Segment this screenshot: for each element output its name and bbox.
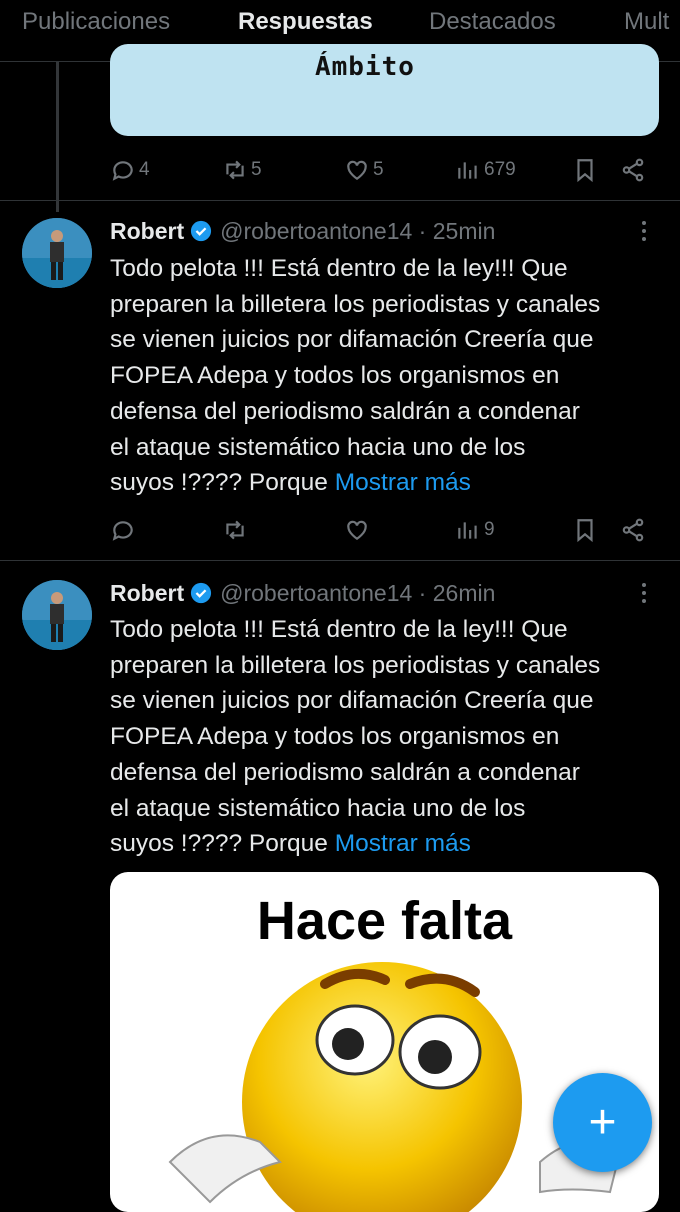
handle[interactable]: @robertoantone14 (220, 580, 412, 607)
avatar[interactable] (22, 580, 92, 650)
plus-icon: + (588, 1095, 617, 1149)
tweet-text-line: se vienen juicios por difamación Creería… (110, 687, 594, 715)
handle[interactable]: @robertoantone14 (220, 218, 412, 245)
tweet-text-line: suyos !???? Porque (110, 469, 335, 497)
tweet-text-line: Todo pelota !!! Está dentro de la ley!!!… (110, 616, 568, 643)
verified-badge-icon (191, 582, 212, 604)
reply-button[interactable] (110, 510, 136, 550)
views-icon (458, 522, 477, 539)
dot-separator: · (412, 579, 433, 606)
like-button[interactable]: 5 (344, 150, 384, 190)
avatar[interactable] (22, 218, 92, 288)
repost-button[interactable] (222, 510, 248, 550)
show-more-link[interactable]: Mostrar más (335, 830, 471, 857)
repost-icon (226, 520, 244, 540)
share-icon (622, 158, 644, 182)
like-button[interactable] (344, 510, 370, 550)
avatar-image (22, 580, 92, 650)
more-options-icon[interactable] (636, 579, 652, 609)
heart-icon (347, 520, 367, 540)
share-button[interactable] (620, 150, 646, 190)
reply-icon (112, 161, 133, 181)
tweet-text-line: el ataque sistemático hacia uno de los (110, 433, 526, 461)
thread-line (56, 62, 59, 212)
display-name[interactable]: Robert (110, 218, 184, 245)
media-card-text: Ámbito (315, 52, 415, 82)
tweet-text-line: preparen la billetera los periodistas y … (110, 290, 601, 318)
tab-destacados[interactable]: Destacados (429, 8, 556, 36)
reply-button[interactable]: 4 (110, 150, 150, 190)
tweet-text-line: preparen la billetera los periodistas y … (110, 651, 601, 679)
tab-respuestas[interactable]: Respuestas (238, 8, 373, 36)
tweet-header: Robert @robertoantone14 · 25min (110, 214, 495, 248)
tweet-text: Todo pelota !!! Está dentro de la ley!!!… (110, 251, 670, 501)
share-button[interactable] (620, 510, 646, 550)
tweet-text-line: el ataque sistemático hacia uno de los (110, 794, 526, 822)
separator (0, 560, 680, 561)
share-icon (622, 518, 644, 542)
bookmark-icon (577, 159, 593, 183)
more-options-icon[interactable] (636, 217, 652, 247)
views-button[interactable]: 679 (455, 150, 516, 190)
views-icon (458, 162, 477, 179)
tweet-text-line: defensa del periodismo saldrán a condena… (110, 397, 580, 425)
tweet-text-line: suyos !???? Porque (110, 830, 335, 858)
repost-button[interactable]: 5 (222, 150, 262, 190)
tweet-text-line: Todo pelota !!! Está dentro de la ley!!!… (110, 255, 568, 282)
timestamp[interactable]: 26min (433, 580, 496, 607)
reply-icon (112, 521, 133, 541)
tweet-text: Todo pelota !!! Está dentro de la ley!!!… (110, 612, 670, 862)
media-card[interactable]: Ámbito (110, 44, 659, 136)
tweet-text-line: FOPEA Adepa y todos los organismos en (110, 362, 560, 390)
heart-icon (347, 160, 367, 180)
views-count: 9 (484, 519, 495, 540)
tab-multimedia[interactable]: Mult (624, 8, 669, 36)
views-button[interactable]: 9 (455, 510, 495, 550)
tweet-text-line: defensa del periodismo saldrán a condena… (110, 758, 580, 786)
tweet-text-line: FOPEA Adepa y todos los organismos en (110, 723, 560, 751)
bookmark-button[interactable] (572, 150, 598, 190)
tab-publicaciones[interactable]: Publicaciones (22, 8, 170, 36)
separator (0, 200, 680, 201)
tweet-actions: 4 5 5 679 (110, 150, 660, 190)
show-more-link[interactable]: Mostrar más (335, 469, 471, 496)
bookmark-button[interactable] (572, 510, 598, 550)
compose-button[interactable]: + (553, 1073, 652, 1172)
timestamp[interactable]: 25min (433, 218, 496, 245)
tweet-actions: 9 (110, 510, 660, 550)
dot-separator: · (412, 217, 433, 244)
repost-count: 5 (251, 159, 262, 180)
like-count: 5 (373, 159, 384, 180)
tweet-text-line: se vienen juicios por difamación Creería… (110, 326, 594, 354)
tweet-header: Robert @robertoantone14 · 26min (110, 576, 495, 610)
verified-badge-icon (191, 220, 212, 242)
views-count: 679 (484, 159, 516, 180)
reply-count: 4 (139, 159, 150, 180)
display-name[interactable]: Robert (110, 580, 184, 607)
repost-icon (226, 160, 244, 180)
bookmark-icon (577, 519, 593, 543)
avatar-image (22, 218, 92, 288)
